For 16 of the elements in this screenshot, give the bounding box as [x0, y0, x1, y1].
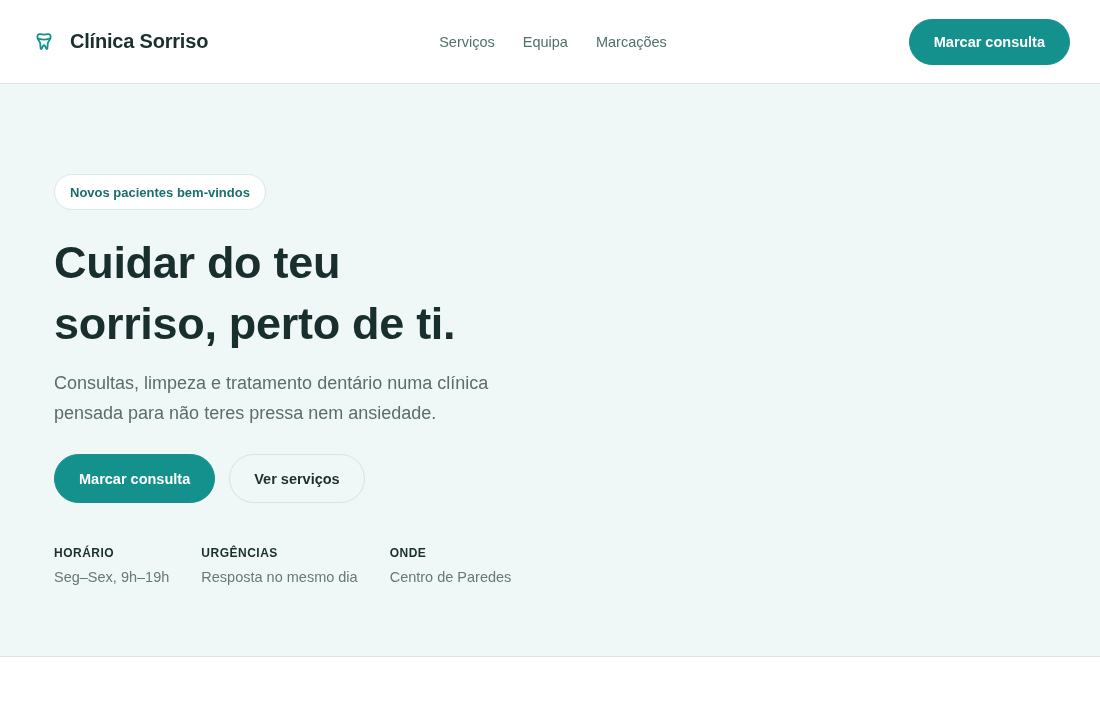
- book-appointment-button[interactable]: Marcar consulta: [54, 454, 216, 503]
- info-value: Centro de Paredes: [389, 569, 512, 585]
- welcome-tag: Novos pacientes bem-vindos: [54, 174, 266, 210]
- info-label: ONDE: [389, 546, 428, 560]
- hero-description: Consultas, limpeza e tratamento dentário numa clínica pensada para não teres pressa nem ansiedade.: [54, 372, 490, 425]
- tooth-icon: [36, 33, 52, 50]
- nav-link[interactable]: Marcações: [595, 33, 667, 50]
- brand-name: Clínica Sorriso: [70, 30, 209, 53]
- nav-link[interactable]: Equipa: [522, 33, 568, 50]
- info-value: Seg–Sex, 9h–19h: [54, 569, 170, 585]
- nav-link[interactable]: Serviços: [439, 33, 495, 50]
- info-label: HORÁRIO: [54, 546, 116, 560]
- info-value: Resposta no mesmo dia: [201, 569, 358, 585]
- book-appointment-button[interactable]: Marcar consulta: [908, 18, 1070, 65]
- info-label: URGÊNCIAS: [201, 546, 279, 560]
- hero-title: Cuidar do teu sorriso, perto de ti.: [54, 236, 457, 351]
